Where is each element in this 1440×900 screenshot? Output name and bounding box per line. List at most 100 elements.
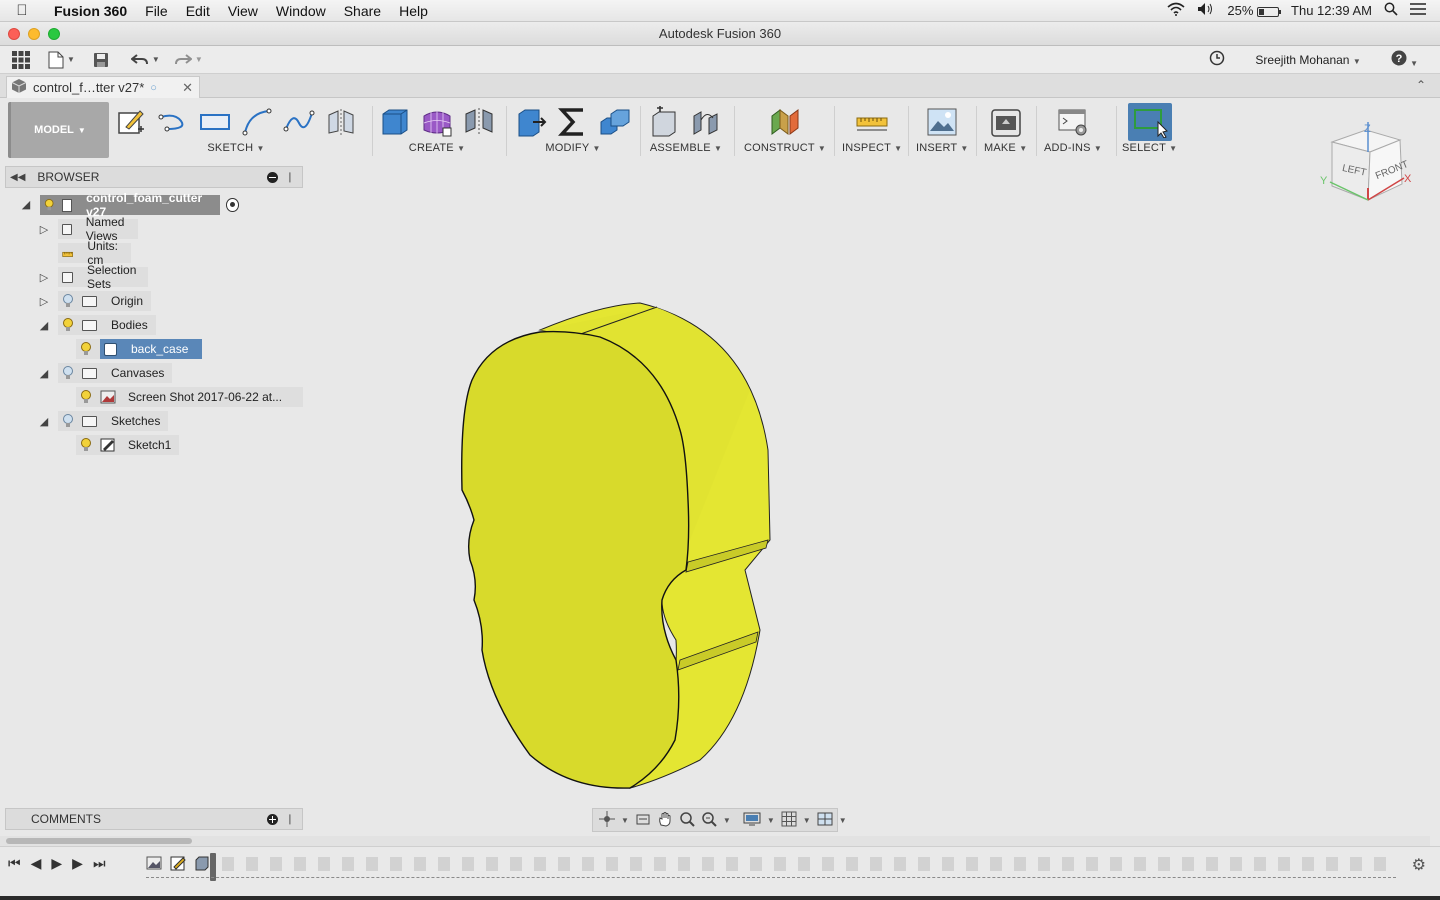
browser-resize-handle-icon[interactable]: ❙ xyxy=(286,172,294,183)
go-to-start-icon[interactable]: ⏮ xyxy=(8,855,21,872)
ribbon-group-assemble[interactable]: ASSEMBLE ▼ xyxy=(648,102,724,158)
ribbon-group-add-ins[interactable]: ADD-INS ▼ xyxy=(1044,102,1102,158)
3d-viewport-canvas[interactable] xyxy=(306,162,1430,830)
expand-selection-sets-icon[interactable]: ▷ xyxy=(37,270,51,284)
close-tab-icon[interactable]: ✕ xyxy=(182,80,193,96)
go-to-end-icon[interactable]: ⏭ xyxy=(93,855,106,872)
visibility-bulb-icon[interactable] xyxy=(80,342,92,356)
notification-center-icon[interactable] xyxy=(1410,3,1426,18)
tree-node-back-case[interactable]: back_case xyxy=(76,339,203,359)
expand-root-triangle-icon[interactable]: ◢ xyxy=(19,197,33,211)
undo-button[interactable]: ▼ xyxy=(130,48,160,72)
offset-plane-icon[interactable] xyxy=(768,105,802,139)
collapse-bodies-icon[interactable]: ◢ xyxy=(37,318,51,332)
collapse-ribbon-chevron-icon[interactable]: ⌃ xyxy=(1416,78,1426,92)
compute-all-sigma-icon[interactable] xyxy=(556,105,590,139)
pan-hand-icon[interactable] xyxy=(657,811,673,830)
spline-icon[interactable] xyxy=(282,105,316,139)
menu-file[interactable]: File xyxy=(136,3,177,19)
add-comment-icon[interactable] xyxy=(266,813,278,825)
battery-icon[interactable] xyxy=(1257,6,1282,17)
insert-canvas-icon[interactable] xyxy=(925,105,959,139)
ribbon-label-create[interactable]: CREATE ▼ xyxy=(409,142,465,154)
ribbon-label-assemble[interactable]: ASSEMBLE ▼ xyxy=(650,142,722,154)
display-settings-icon[interactable] xyxy=(743,811,761,830)
ribbon-label-select[interactable]: SELECT ▼ xyxy=(1122,142,1177,154)
menu-view[interactable]: View xyxy=(219,3,267,19)
timeline-sketch-feature-icon[interactable] xyxy=(170,855,186,871)
tree-node-root[interactable]: control_foam_cutter v27 xyxy=(40,191,240,219)
file-menu-button[interactable]: ▼ xyxy=(48,48,75,72)
step-forward-icon[interactable]: ▶ xyxy=(72,855,83,872)
wifi-icon[interactable] xyxy=(1167,2,1185,19)
fit-zoom-icon[interactable] xyxy=(701,811,717,830)
tree-node-origin[interactable]: Origin xyxy=(58,291,152,311)
timeline-canvas-feature-icon[interactable] xyxy=(146,855,162,871)
help-icon[interactable]: ? ▼ xyxy=(1391,50,1418,69)
measure-icon[interactable] xyxy=(855,105,889,139)
orbit-icon[interactable] xyxy=(599,810,615,830)
ribbon-group-make[interactable]: MAKE ▼ xyxy=(984,102,1027,158)
redo-button[interactable]: ▼ xyxy=(174,48,203,72)
mirror-sketch-icon[interactable] xyxy=(324,105,358,139)
tree-node-bodies[interactable]: Bodies xyxy=(58,315,156,335)
ribbon-group-modify[interactable]: MODIFY ▼ xyxy=(514,102,632,158)
rectangle-icon[interactable] xyxy=(198,105,232,139)
ribbon-label-construct[interactable]: CONSTRUCT ▼ xyxy=(744,142,826,154)
expand-named-views-icon[interactable]: ▷ xyxy=(37,222,51,236)
visibility-bulb-icon[interactable] xyxy=(62,318,74,332)
zoom-window-button[interactable] xyxy=(48,28,60,40)
user-account-menu[interactable]: Sreejith Mohanan ▼ xyxy=(1255,53,1360,67)
collapse-browser-icon[interactable]: ◀◀ xyxy=(10,172,25,183)
combine-icon[interactable] xyxy=(598,105,632,139)
line-icon[interactable] xyxy=(156,105,190,139)
form-sculpt-icon[interactable] xyxy=(420,105,454,139)
volume-icon[interactable] xyxy=(1197,2,1215,19)
grid-snaps-icon[interactable] xyxy=(781,811,797,830)
apple-menu-icon[interactable]:  xyxy=(0,2,44,19)
joint-icon[interactable] xyxy=(690,105,724,139)
ribbon-label-make[interactable]: MAKE ▼ xyxy=(984,142,1027,154)
play-icon[interactable]: ▶ xyxy=(51,855,62,872)
browser-panel-header[interactable]: ◀◀ BROWSER ❙ xyxy=(5,166,303,188)
3d-print-icon[interactable] xyxy=(989,105,1023,139)
close-window-button[interactable] xyxy=(8,28,20,40)
zoom-icon[interactable] xyxy=(679,811,695,830)
tree-node-canvas-screenshot[interactable]: Screen Shot 2017-06-22 at... xyxy=(76,387,303,407)
arc-icon[interactable] xyxy=(240,105,274,139)
ribbon-group-sketch[interactable]: SKETCH ▼ xyxy=(114,102,358,158)
tree-node-sketch1[interactable]: Sketch1 xyxy=(76,435,180,455)
visibility-bulb-off-icon[interactable] xyxy=(62,366,74,380)
timeline-scroll-thumb[interactable] xyxy=(6,838,192,844)
extrude-icon[interactable] xyxy=(378,105,412,139)
activate-component-radio-icon[interactable] xyxy=(226,198,240,212)
tree-node-canvases[interactable]: Canvases xyxy=(58,363,173,383)
press-pull-icon[interactable] xyxy=(514,105,548,139)
expand-origin-icon[interactable]: ▷ xyxy=(37,294,51,308)
mirror-body-icon[interactable] xyxy=(462,105,496,139)
workspace-switcher[interactable]: MODEL ▼ xyxy=(8,102,109,158)
tree-node-named-views[interactable]: Named Views xyxy=(58,215,138,243)
visibility-bulb-icon[interactable] xyxy=(44,198,54,212)
comments-panel-header[interactable]: COMMENTS ❙ xyxy=(5,808,303,830)
step-back-icon[interactable]: ◀ xyxy=(31,855,42,872)
minimize-window-button[interactable] xyxy=(28,28,40,40)
save-icon[interactable] xyxy=(93,48,109,72)
ribbon-group-create[interactable]: CREATE ▼ xyxy=(378,102,496,158)
spotlight-search-icon[interactable] xyxy=(1384,2,1398,19)
collapse-canvases-icon[interactable]: ◢ xyxy=(37,366,51,380)
visibility-bulb-off-icon[interactable] xyxy=(62,414,74,428)
data-panel-grid-icon[interactable] xyxy=(12,48,30,72)
viewports-icon[interactable] xyxy=(817,811,833,830)
create-sketch-icon[interactable] xyxy=(114,105,148,139)
collapse-sketches-icon[interactable]: ◢ xyxy=(37,414,51,428)
tree-node-selection-sets[interactable]: Selection Sets xyxy=(58,263,149,291)
browser-minimize-icon[interactable] xyxy=(266,171,278,183)
clock[interactable]: Thu 12:39 AM xyxy=(1291,3,1372,18)
job-status-clock-icon[interactable] xyxy=(1209,50,1225,69)
select-tool-icon[interactable] xyxy=(1127,103,1172,141)
menu-help[interactable]: Help xyxy=(390,3,437,19)
look-at-icon[interactable] xyxy=(635,811,651,830)
new-component-icon[interactable] xyxy=(648,105,682,139)
back-case-body-model[interactable] xyxy=(306,162,1430,830)
